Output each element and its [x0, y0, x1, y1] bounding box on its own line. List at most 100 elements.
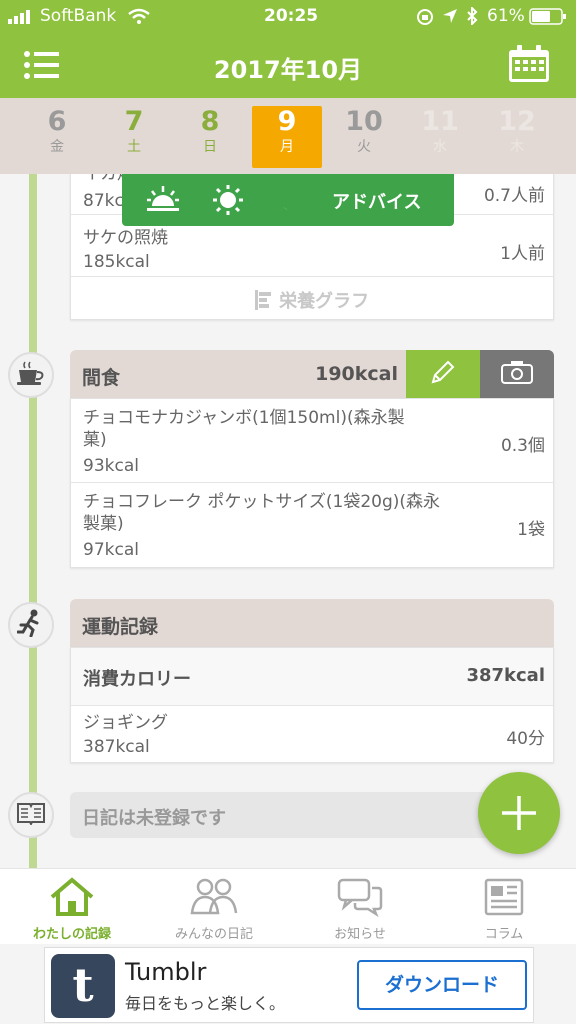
snack-title: 間食 — [82, 367, 121, 389]
exercise-card: 消費カロリー 387kcal ジョギング 387kcal 40分 — [70, 647, 554, 763]
tab-label: みんなの日記 — [174, 927, 253, 942]
day-weekday: 日 — [203, 139, 217, 155]
book-icon — [16, 801, 46, 829]
tab-my-records[interactable]: わたしの記録 — [12, 877, 132, 942]
exercise-marker — [8, 602, 54, 648]
sun-icon — [212, 184, 244, 220]
timeline-line — [29, 174, 37, 870]
home-icon — [12, 877, 132, 917]
status-bar: SoftBank 20:25 61% — [0, 0, 576, 32]
food-amount: 1人前 — [500, 244, 545, 264]
snack-header: 間食 190kcal — [70, 350, 554, 398]
carrier-name: SoftBank — [40, 6, 117, 26]
battery-icon — [529, 8, 567, 30]
add-button[interactable] — [478, 772, 560, 854]
rotation-lock-icon — [416, 8, 434, 31]
day-weekday: 火 — [357, 139, 371, 155]
advice-label: アドバイス — [332, 192, 422, 213]
date-selector: 6金 7土 8日 9月 10 火 11 水 12 木 — [0, 98, 576, 174]
food-name: チョコモナカジャンボ(1個150ml)(森永製菓) — [83, 408, 405, 450]
location-icon — [442, 8, 458, 29]
snack-marker — [8, 352, 54, 398]
bluetooth-icon — [466, 5, 478, 30]
tab-label: お知らせ — [334, 927, 386, 942]
pencil-icon — [429, 358, 457, 390]
food-amount: 1袋 — [517, 520, 545, 540]
food-amount: 0.7人前 — [483, 186, 545, 206]
day-number: 7 — [124, 106, 144, 137]
day-weekday: 金 — [50, 139, 64, 155]
food-kcal: 185kcal — [83, 252, 150, 272]
day-item[interactable]: 8日 — [175, 106, 245, 168]
day-number: 12 — [498, 106, 536, 137]
nutrition-graph-link[interactable]: 栄養グラフ — [71, 277, 553, 319]
day-weekday: 木 — [510, 139, 524, 155]
diary-entry[interactable]: 日記は未登録です — [70, 792, 500, 838]
day-number: 8 — [200, 106, 220, 137]
day-weekday: 土 — [127, 139, 141, 155]
food-kcal: 97kcal — [83, 540, 139, 560]
download-button[interactable]: ダウンロード — [357, 960, 527, 1010]
diary-content[interactable]: イカ焼 87kcal 0.7人前 サケの照焼 185kcal 1人前 栄養グラフ… — [0, 174, 576, 870]
page-title: 2017年10月 — [213, 56, 363, 84]
advice-bar[interactable]: アドバイス — [122, 174, 454, 226]
signal-icon — [8, 9, 36, 29]
day-weekday: 月 — [280, 139, 294, 155]
day-number: 6 — [47, 106, 67, 137]
people-icon — [154, 877, 274, 917]
tab-label: わたしの記録 — [32, 927, 111, 942]
food-row[interactable]: チョコモナカジャンボ(1個150ml)(森永製菓) 93kcal 0.3個 — [71, 399, 553, 483]
camera-button[interactable] — [480, 350, 554, 398]
tab-bar: わたしの記録 みんなの日記 お知らせ コラム — [0, 868, 576, 944]
day-number: 9 — [277, 106, 297, 137]
sunrise-icon — [146, 184, 180, 218]
ad-subtitle: 毎日をもっと楽しく。 — [125, 994, 286, 1013]
edit-button[interactable] — [406, 350, 480, 398]
bar-chart-icon — [254, 290, 273, 312]
wifi-icon — [128, 8, 150, 29]
day-item[interactable]: 12 木 — [482, 106, 552, 168]
calendar-icon[interactable] — [507, 44, 551, 88]
exercise-header: 運動記録 — [70, 599, 554, 647]
ad-banner[interactable]: t Tumblr 毎日をもっと楽しく。 ダウンロード — [44, 947, 534, 1023]
consumed-calories-row: 消費カロリー 387kcal — [71, 648, 553, 706]
day-item[interactable]: 10 火 — [329, 106, 399, 168]
diary-placeholder: 日記は未登録です — [82, 808, 226, 829]
food-kcal: 93kcal — [83, 456, 139, 476]
coffee-cup-icon — [16, 360, 46, 390]
snack-card: チョコモナカジャンボ(1個150ml)(森永製菓) 93kcal 0.3個 チョ… — [70, 398, 554, 568]
chat-bubble-icon — [300, 877, 420, 917]
day-item[interactable]: 6金 — [22, 106, 92, 168]
day-item-selected[interactable]: 9月 — [252, 106, 322, 168]
tab-community-diaries[interactable]: みんなの日記 — [154, 877, 274, 942]
exercise-title: 運動記録 — [82, 616, 159, 638]
camera-icon — [500, 359, 534, 389]
nutrition-graph-label: 栄養グラフ — [279, 291, 370, 312]
exercise-name: ジョギング — [83, 713, 168, 733]
plus-icon — [500, 794, 538, 836]
food-name: チョコフレーク ポケットサイズ(1袋20g)(森永製菓) — [83, 492, 441, 534]
tab-notifications[interactable]: お知らせ — [300, 877, 420, 942]
ad-title: Tumblr — [125, 958, 207, 986]
runner-icon — [16, 609, 45, 641]
food-row[interactable]: チョコフレーク ポケットサイズ(1袋20g)(森永製菓) 97kcal 1袋 — [71, 483, 553, 567]
day-number: 11 — [421, 106, 459, 137]
exercise-row[interactable]: ジョギング 387kcal 40分 — [71, 706, 553, 764]
tab-column[interactable]: コラム — [444, 877, 564, 942]
diary-marker — [8, 792, 54, 838]
consumed-calories-value: 387kcal — [466, 665, 545, 686]
exercise-kcal: 387kcal — [83, 737, 150, 757]
battery-percent: 61% — [487, 6, 525, 26]
tab-label: コラム — [484, 927, 524, 942]
app-header: 2017年10月 — [0, 32, 576, 98]
day-item[interactable]: 11 水 — [405, 106, 475, 168]
newspaper-icon — [444, 877, 564, 917]
day-item[interactable]: 7土 — [99, 106, 169, 168]
day-number: 10 — [345, 106, 383, 137]
food-name: サケの照焼 — [83, 228, 168, 248]
snack-total-kcal: 190kcal — [315, 363, 398, 385]
tumblr-logo-icon: t — [51, 954, 115, 1018]
consumed-calories-label: 消費カロリー — [83, 669, 191, 690]
food-amount: 0.3個 — [500, 436, 545, 456]
exercise-duration: 40分 — [506, 729, 545, 749]
